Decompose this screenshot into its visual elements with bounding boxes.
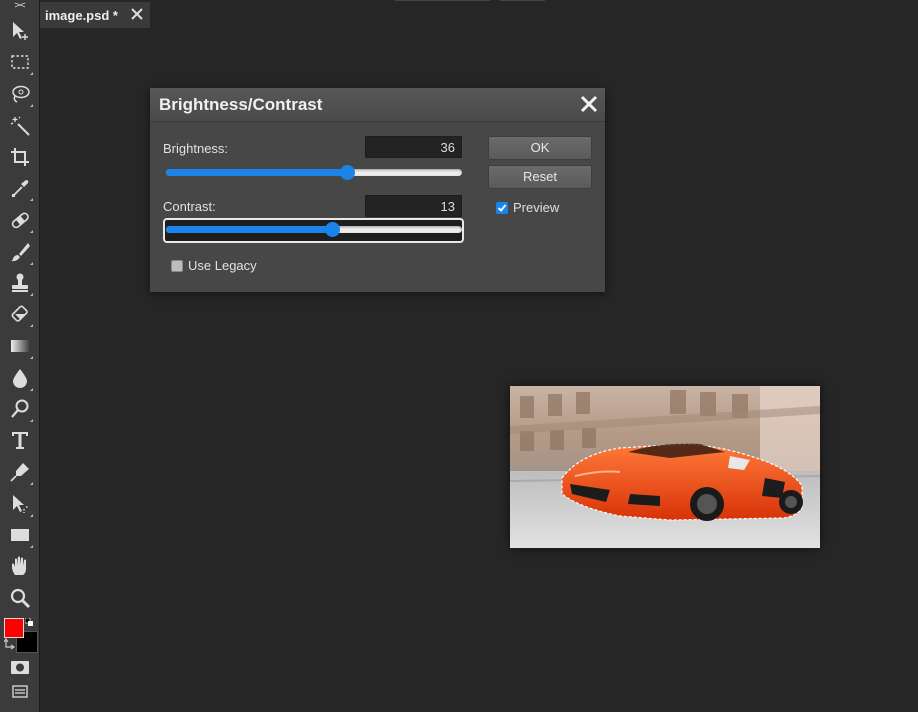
contrast-input[interactable] (365, 195, 462, 217)
tools-panel: >< (0, 0, 40, 712)
rect-select-icon (11, 55, 29, 69)
dialog-title: Brightness/Contrast (159, 95, 323, 114)
stamp-icon (12, 273, 28, 292)
collapse-toolbar-button[interactable]: >< (0, 0, 39, 14)
blur-tool[interactable] (6, 364, 34, 392)
brush-icon (11, 243, 30, 262)
screen-mode-icon (12, 685, 28, 698)
checkbox-box[interactable] (171, 259, 183, 272)
eraser-tool[interactable] (6, 300, 34, 328)
brightness-input[interactable] (365, 136, 462, 158)
type-tool[interactable] (6, 426, 34, 454)
shape-tool[interactable] (6, 521, 34, 549)
gradient-tool[interactable] (6, 332, 34, 360)
dodge-icon (11, 399, 29, 418)
drop-icon (13, 369, 27, 388)
rectangle-icon (11, 529, 29, 541)
path-select-icon (13, 495, 29, 513)
magic-wand-icon (10, 116, 30, 136)
pen-tool[interactable] (6, 458, 34, 486)
divider (395, 0, 490, 1)
screen-mode-button[interactable] (6, 677, 34, 705)
bandage-icon (11, 212, 29, 229)
quick-mask-icon (11, 661, 29, 674)
close-icon[interactable] (130, 7, 144, 21)
crop-icon (11, 148, 29, 166)
dodge-tool[interactable] (6, 395, 34, 423)
hand-tool[interactable] (6, 552, 34, 580)
hand-icon (12, 556, 26, 575)
checkmark-icon (497, 203, 507, 212)
foreground-color-swatch[interactable] (4, 618, 24, 638)
type-icon (12, 432, 28, 449)
brightness-contrast-dialog: Brightness/Contrast Brightness: Contrast… (150, 88, 605, 292)
eraser-icon (11, 305, 28, 322)
document-canvas-image[interactable] (510, 386, 820, 548)
marquee-tool[interactable] (6, 48, 34, 76)
lasso-tool[interactable] (6, 80, 34, 108)
document-tab-title: image.psd * (45, 7, 118, 23)
healing-tool[interactable] (6, 206, 34, 234)
lasso-icon (12, 85, 30, 103)
close-icon[interactable] (579, 94, 599, 114)
move-icon (13, 22, 28, 40)
preview-checkbox[interactable]: Preview (496, 200, 559, 215)
magnifier-icon (10, 588, 31, 609)
magic-wand-tool[interactable] (6, 112, 34, 140)
eyedropper-tool[interactable] (6, 174, 34, 202)
brush-tool[interactable] (6, 238, 34, 266)
dialog-title-bar[interactable]: Brightness/Contrast (150, 88, 605, 122)
slider-fill (166, 169, 347, 176)
path-select-tool[interactable] (6, 490, 34, 518)
pen-icon (10, 463, 29, 482)
clone-stamp-tool[interactable] (6, 269, 34, 297)
brightness-slider[interactable] (166, 163, 462, 183)
contrast-label: Contrast: (163, 199, 216, 214)
crop-tool[interactable] (6, 143, 34, 171)
ok-button[interactable]: OK (488, 136, 592, 160)
document-tab[interactable]: image.psd * (40, 2, 150, 28)
reset-button[interactable]: Reset (488, 165, 592, 189)
contrast-slider[interactable] (166, 220, 462, 240)
slider-thumb[interactable] (324, 222, 340, 237)
divider (500, 0, 545, 1)
gradient-icon (11, 340, 29, 352)
use-legacy-label: Use Legacy (188, 258, 257, 273)
slider-thumb[interactable] (339, 165, 355, 180)
default-colors-icon[interactable] (25, 618, 33, 626)
move-tool[interactable] (6, 17, 34, 45)
zoom-tool[interactable] (6, 584, 34, 612)
slider-fill (166, 226, 332, 233)
swap-colors-icon[interactable] (4, 638, 16, 650)
preview-label: Preview (513, 200, 560, 215)
use-legacy-checkbox[interactable]: Use Legacy (171, 258, 257, 273)
checkbox-box[interactable] (496, 201, 508, 214)
brightness-label: Brightness: (163, 141, 229, 156)
document-tab-bar: image.psd * (40, 0, 918, 28)
eyedropper-icon (12, 180, 29, 197)
